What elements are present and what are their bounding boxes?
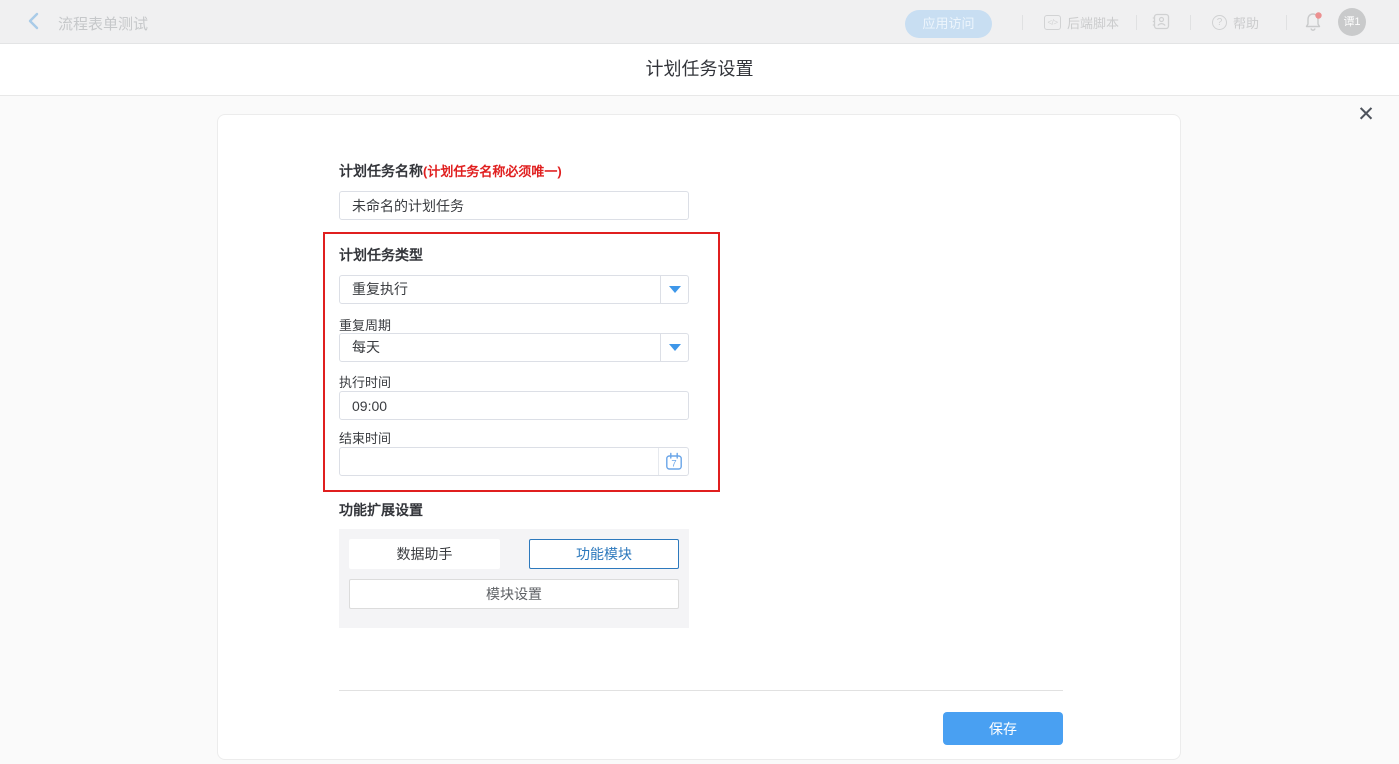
topbar-divider: [1022, 15, 1023, 30]
backend-script-label: 后端脚本: [1067, 13, 1119, 32]
tab-function-module[interactable]: 功能模块: [529, 539, 679, 569]
topbar-divider: [1286, 15, 1287, 30]
task-type-label: 计划任务类型: [339, 245, 423, 265]
help-icon: ?: [1212, 15, 1227, 30]
exec-time-label: 执行时间: [339, 372, 391, 391]
screen: 流程表单测试 应用访问 </> 后端脚本 ? 帮助: [0, 0, 1399, 764]
exec-time-input[interactable]: [340, 392, 688, 419]
notification-bell-button[interactable]: [1302, 11, 1324, 33]
task-name-input[interactable]: [340, 192, 688, 219]
topbar-divider: [1136, 15, 1137, 30]
dropdown-arrow-segment[interactable]: [660, 276, 688, 303]
exec-time-field-wrap: [339, 391, 689, 420]
chevron-down-icon: [669, 286, 681, 293]
back-chevron-icon[interactable]: [24, 11, 44, 31]
app-access-button[interactable]: 应用访问: [905, 10, 992, 38]
contacts-button[interactable]: [1152, 13, 1170, 30]
code-icon: </>: [1044, 15, 1061, 30]
task-name-field-wrap: [339, 191, 689, 220]
repeat-cycle-value: 每天: [340, 334, 660, 361]
chevron-down-icon: [669, 344, 681, 351]
repeat-cycle-label: 重复周期: [339, 315, 391, 334]
tab-data-assistant[interactable]: 数据助手: [349, 539, 500, 569]
task-name-label-row: 计划任务名称(计划任务名称必须唯一): [339, 161, 562, 181]
avatar[interactable]: 谭1: [1338, 8, 1366, 36]
top-bar: 流程表单测试 应用访问 </> 后端脚本 ? 帮助: [0, 0, 1399, 44]
task-name-unique-note: (计划任务名称必须唯一): [423, 164, 562, 179]
end-time-field-wrap: 7: [339, 447, 689, 476]
contacts-icon: [1152, 13, 1170, 30]
dialog-header: 计划任务设置 ✕: [0, 44, 1399, 96]
extension-settings-label: 功能扩展设置: [339, 500, 423, 520]
task-type-select[interactable]: 重复执行: [339, 275, 689, 304]
dialog-title: 计划任务设置: [0, 44, 1399, 95]
repeat-cycle-select[interactable]: 每天: [339, 333, 689, 362]
topbar-divider: [1190, 15, 1191, 30]
help-label: 帮助: [1233, 13, 1259, 32]
settings-card: 计划任务名称(计划任务名称必须唯一) 计划任务类型 重复执行 重复周期 每天 执…: [217, 114, 1181, 760]
backend-script-button[interactable]: </> 后端脚本: [1044, 13, 1119, 32]
footer-divider: [339, 690, 1063, 691]
calendar-icon: 7: [664, 452, 684, 472]
close-icon[interactable]: ✕: [1352, 101, 1380, 129]
end-time-input[interactable]: [340, 448, 658, 475]
save-button[interactable]: 保存: [943, 712, 1063, 745]
date-picker-button[interactable]: 7: [658, 448, 688, 475]
dropdown-arrow-segment[interactable]: [660, 334, 688, 361]
task-type-value: 重复执行: [340, 276, 660, 303]
module-settings-button[interactable]: 模块设置: [349, 579, 679, 609]
end-time-label: 结束时间: [339, 428, 391, 447]
svg-text:7: 7: [671, 458, 676, 469]
task-name-label: 计划任务名称: [339, 163, 423, 179]
topbar-page-title: 流程表单测试: [58, 13, 148, 34]
bell-icon: [1302, 11, 1324, 33]
help-button[interactable]: ? 帮助: [1212, 13, 1259, 32]
extension-panel: 数据助手 功能模块 模块设置: [339, 529, 689, 628]
